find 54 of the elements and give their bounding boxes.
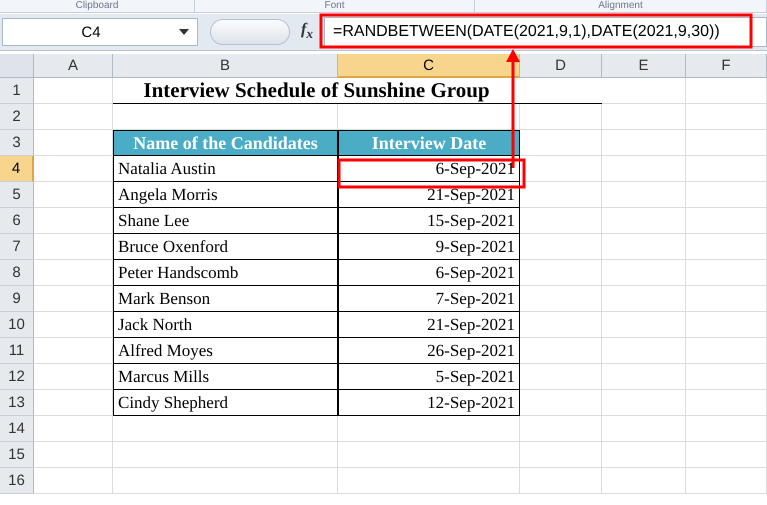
table-cell: Shane Lee [113, 208, 338, 234]
ribbon-group-label: Clipboard [0, 0, 195, 12]
row-header[interactable]: 13 [0, 390, 34, 416]
column-header[interactable]: F [686, 54, 767, 78]
table-cell: 26-Sep-2021 [338, 338, 520, 364]
row-header[interactable]: 8 [0, 260, 34, 286]
table-cell: 6-Sep-2021 [338, 260, 520, 286]
row-header[interactable]: 5 [0, 182, 34, 208]
column-header[interactable]: E [602, 54, 686, 78]
row-header[interactable]: 6 [0, 208, 34, 234]
row-header[interactable]: 11 [0, 338, 34, 364]
table-cell: 12-Sep-2021 [338, 390, 520, 416]
row-header[interactable]: 3 [0, 130, 34, 156]
row-header[interactable]: 14 [0, 416, 34, 442]
row-header[interactable]: 1 [0, 78, 34, 104]
table-cell: 21-Sep-2021 [338, 182, 520, 208]
row-header[interactable]: 15 [0, 442, 34, 468]
table-cell: Natalia Austin [113, 156, 338, 182]
table-cell: Marcus Mills [113, 364, 338, 390]
table-cell: Alfred Moyes [113, 338, 338, 364]
ribbon-group-label: Alignment [475, 0, 767, 12]
row-header[interactable]: 12 [0, 364, 34, 390]
table-cell: Bruce Oxenford [113, 234, 338, 260]
table-cell: Mark Benson [113, 286, 338, 312]
table-cell: 21-Sep-2021 [338, 312, 520, 338]
table-cell: Angela Morris [113, 182, 338, 208]
table-cell: 7-Sep-2021 [338, 286, 520, 312]
table-header-cell: Interview Date [338, 130, 520, 156]
table-cell: 9-Sep-2021 [338, 234, 520, 260]
name-box[interactable]: C4 [2, 18, 198, 46]
column-header[interactable]: B [113, 54, 338, 78]
row-header[interactable]: 4 [0, 156, 34, 182]
row-header[interactable]: 7 [0, 234, 34, 260]
table-cell: 5-Sep-2021 [338, 364, 520, 390]
column-header[interactable]: C [338, 54, 520, 78]
formula-field[interactable]: =RANDBETWEEN(DATE(2021,9,1),DATE(2021,9,30)) [324, 17, 767, 47]
table-cell: Peter Handscomb [113, 260, 338, 286]
table-cell: Jack North [113, 312, 338, 338]
row-header[interactable]: 16 [0, 468, 34, 494]
row-header[interactable]: 10 [0, 312, 34, 338]
ribbon-group-label: Font [195, 0, 475, 12]
row-header[interactable]: 9 [0, 286, 34, 312]
select-all-corner[interactable] [0, 54, 34, 78]
caret-icon[interactable] [179, 29, 189, 35]
table-cell: Cindy Shepherd [113, 390, 338, 416]
row-header[interactable]: 2 [0, 104, 34, 130]
table-header-cell: Name of the Candidates [113, 130, 338, 156]
table-cell: 6-Sep-2021 [338, 156, 520, 182]
sheet-title: Interview Schedule of Sunshine Group [113, 78, 602, 104]
column-header[interactable]: A [34, 54, 113, 78]
table-cell: 15-Sep-2021 [338, 208, 520, 234]
column-header[interactable]: D [520, 54, 602, 78]
insert-function-button[interactable]: f$_{x}$ [294, 21, 320, 43]
splitter-handle[interactable] [210, 19, 290, 45]
